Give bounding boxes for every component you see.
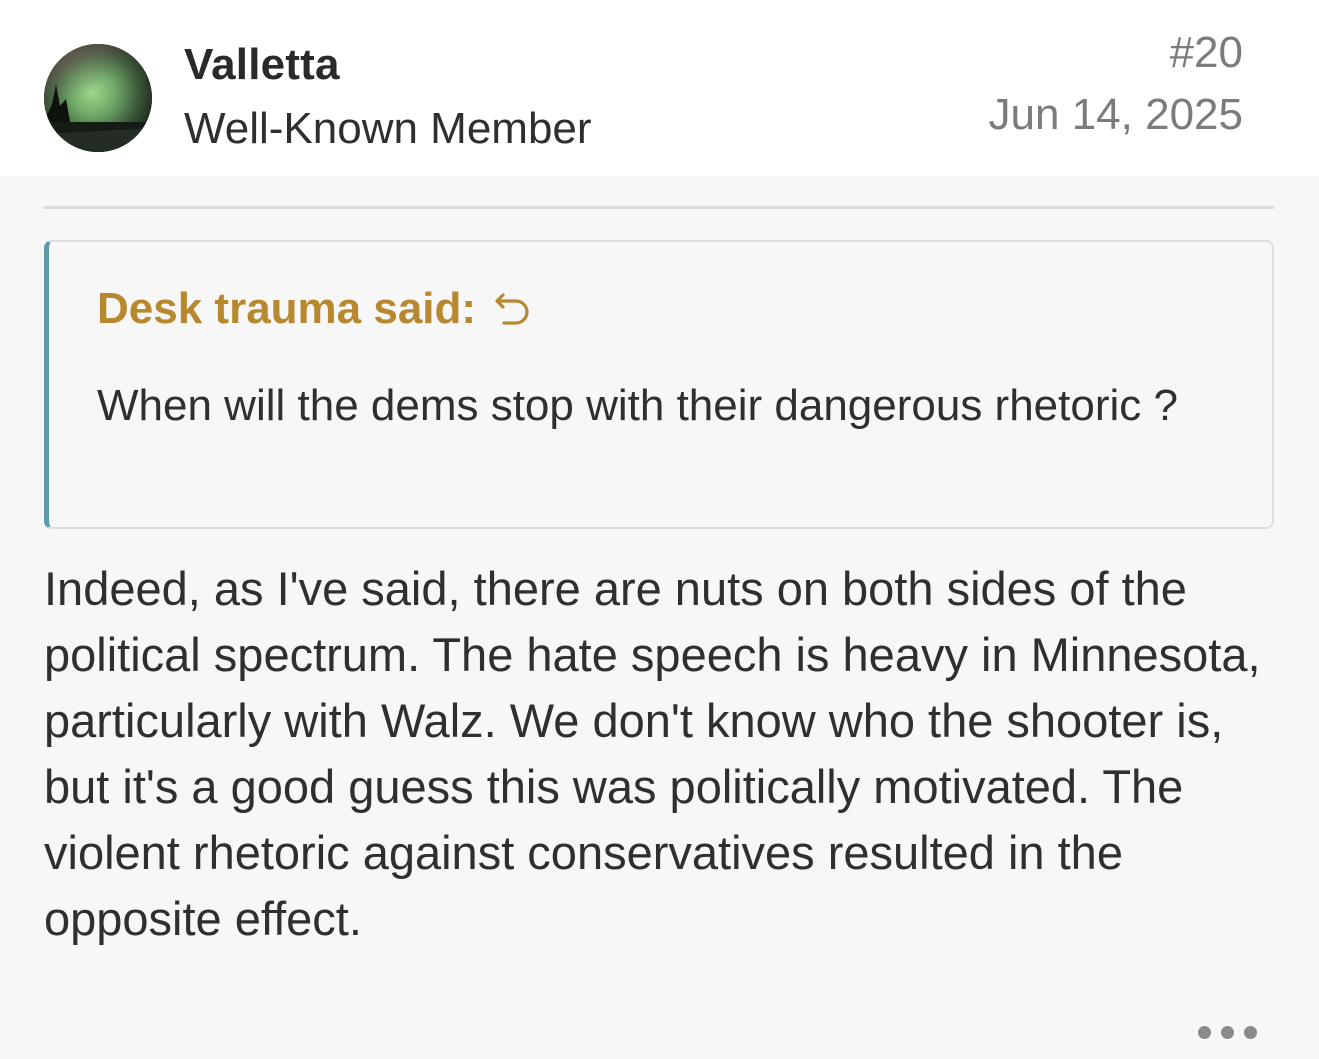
post-body: Indeed, as I've said, there are nuts on … [44,562,1261,945]
reply-arrow-icon[interactable] [494,289,532,329]
post-header: Valletta Well-Known Member #20 Jun 14, 2… [0,0,1319,176]
quote-text: When will the dems stop with their dange… [97,381,1178,430]
quote-block: Desk trauma said: When will the dems sto… [44,240,1274,529]
forum-post: Valletta Well-Known Member #20 Jun 14, 2… [0,0,1319,1059]
post-date[interactable]: Jun 14, 2025 [989,90,1243,140]
avatar[interactable] [44,44,152,152]
post-number[interactable]: #20 [1170,28,1243,78]
quote-author[interactable]: Desk trauma said: [97,284,476,334]
author-title: Well-Known Member [184,104,592,153]
quote-attribution[interactable]: Desk trauma said: [97,284,532,334]
divider [44,206,1274,209]
ellipsis-icon[interactable] [1198,1026,1257,1039]
dot [1244,1026,1257,1039]
dot [1198,1026,1211,1039]
author-name[interactable]: Valletta [184,40,340,90]
aurora-landscape-avatar-icon [44,44,152,152]
dot [1221,1026,1234,1039]
